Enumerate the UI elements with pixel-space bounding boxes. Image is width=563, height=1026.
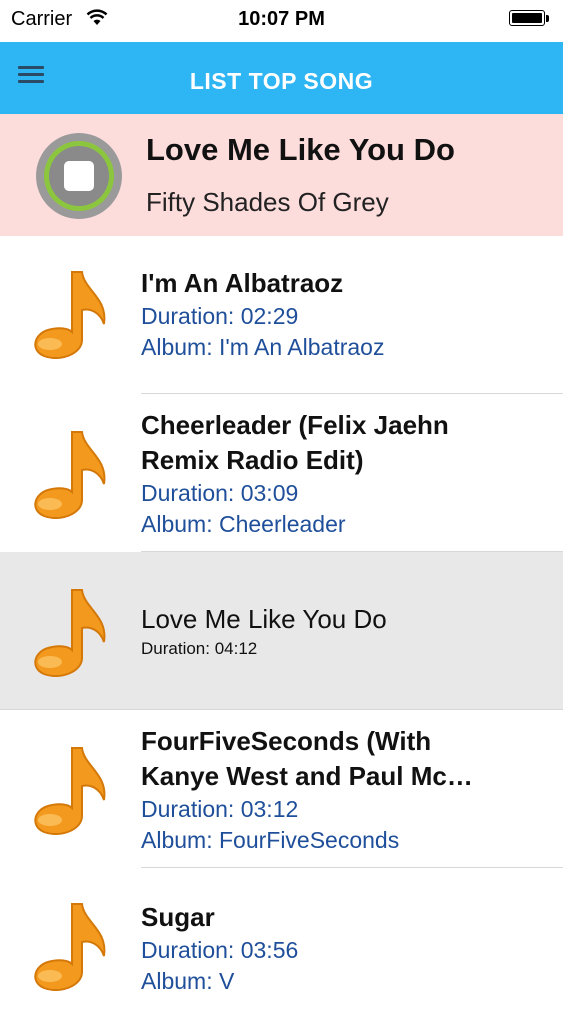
song-duration: Duration: 03:09	[141, 480, 299, 506]
song-list: I'm An Albatraoz Duration: 02:29 Album: …	[0, 236, 563, 1000]
song-duration: Duration: 02:29	[141, 303, 299, 329]
song-title-line-1: Cheerleader (Felix Jaehn	[141, 410, 449, 440]
battery-icon	[509, 10, 549, 28]
song-title: Love Me Like You Do	[141, 604, 387, 634]
song-duration: Duration: 03:12	[141, 796, 299, 822]
stop-button[interactable]	[35, 132, 123, 220]
song-duration: Duration: 04:12	[141, 639, 258, 658]
page-title: LIST TOP SONG	[189, 68, 374, 94]
now-playing-panel: Love Me Like You Do Fifty Shades Of Grey	[0, 114, 563, 236]
song-row-selected[interactable]: Love Me Like You Do Duration: 04:12	[0, 552, 563, 710]
clock: 10:07 PM	[238, 8, 325, 30]
song-row[interactable]: FourFiveSeconds (With Kanye West and Pau…	[0, 710, 563, 868]
song-row[interactable]: I'm An Albatraoz Duration: 02:29 Album: …	[0, 236, 563, 394]
song-album: Album: I'm An Albatraoz	[141, 334, 385, 360]
music-note-icon	[34, 747, 106, 835]
status-bar: Carrier 10:07 PM	[0, 0, 563, 42]
music-note-icon	[34, 589, 106, 677]
song-duration: Duration: 03:56	[141, 937, 299, 963]
navigation-bar: LIST TOP SONG	[0, 42, 563, 114]
music-note-icon	[34, 271, 106, 359]
song-row[interactable]: Cheerleader (Felix Jaehn Remix Radio Edi…	[0, 394, 563, 552]
song-title: I'm An Albatraoz	[141, 268, 344, 298]
song-title: Sugar	[141, 902, 215, 932]
song-title-line-2: Kanye West and Paul Mc…	[141, 761, 473, 791]
music-note-icon	[34, 903, 106, 991]
music-note-icon	[34, 431, 106, 519]
song-album: Album: V	[141, 968, 235, 994]
now-playing-title: Love Me Like You Do	[146, 132, 455, 167]
song-album: Album: FourFiveSeconds	[141, 827, 400, 853]
song-title-line-2: Remix Radio Edit)	[141, 445, 364, 475]
now-playing-subtitle: Fifty Shades Of Grey	[146, 187, 389, 217]
song-album: Album: Cheerleader	[141, 511, 346, 537]
song-title-line-1: FourFiveSeconds (With	[141, 726, 432, 756]
song-row[interactable]: Sugar Duration: 03:56 Album: V	[0, 868, 563, 1026]
